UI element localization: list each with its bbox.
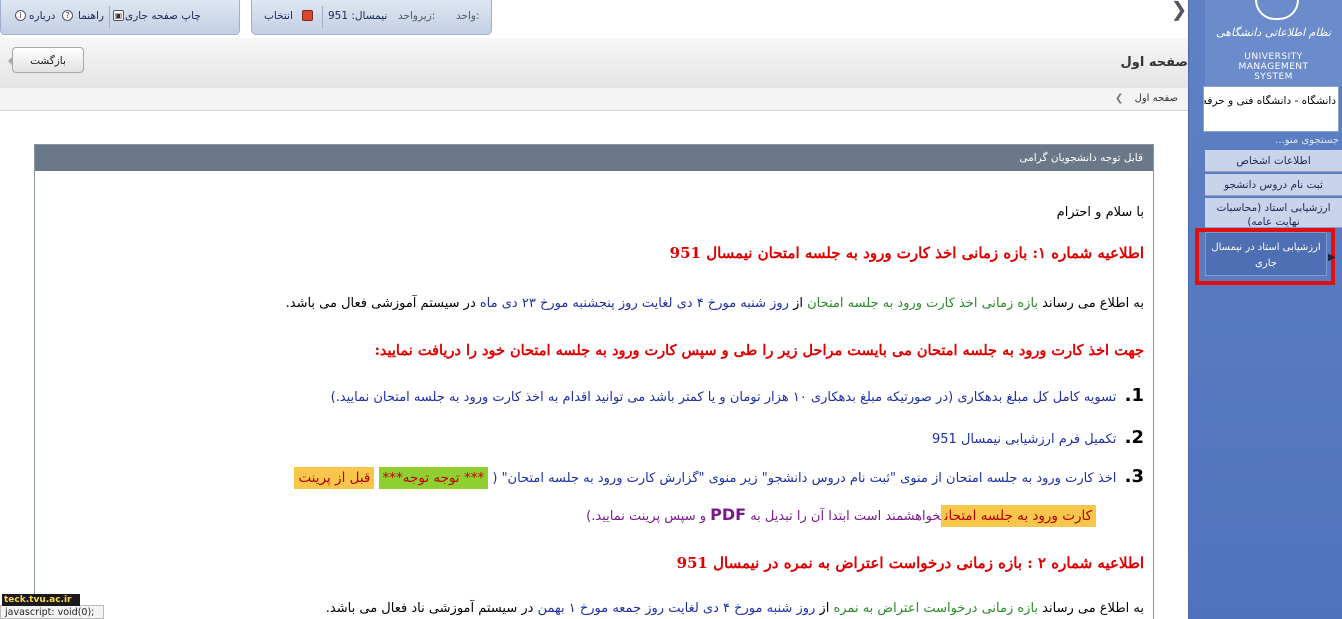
notice2-body: به اطلاع می رساند بازه زمانی درخواست اعت…: [326, 601, 1144, 616]
chevron-left-icon: ❯: [1115, 93, 1124, 104]
subunit-label: زیرواحد:: [398, 10, 436, 22]
step-3: 3. اخذ کارت ورود به جلسه امتحان از منوی …: [294, 466, 1144, 489]
step-number: 2.: [1124, 427, 1144, 448]
print-icon: ▣: [113, 10, 124, 21]
about-button[interactable]: درباره: [29, 10, 55, 22]
expand-arrow-icon[interactable]: ▶: [1328, 252, 1338, 266]
logo-mark-icon: [1255, 0, 1299, 20]
unit-label: واحد:: [456, 10, 480, 22]
notice1-body-part: در سیستم آموزشی فعال می باشد.: [285, 296, 480, 311]
notice1-body-part: از: [788, 296, 808, 311]
logo-english-text: UNIVERSITY MANAGEMENT SYSTEM: [1205, 52, 1342, 82]
help-button[interactable]: راهنما: [78, 10, 104, 22]
site-watermark: teck.tvu.ac.ir: [2, 594, 80, 606]
logo-line: UNIVERSITY: [1244, 52, 1303, 62]
page-header: [0, 38, 1188, 89]
notice1-body: به اطلاع می رساند بازه زمانی اخذ کارت ور…: [286, 296, 1144, 311]
page-title: صفحه اول: [1120, 55, 1188, 70]
collapse-sidebar-icon[interactable]: ❯: [1168, 0, 1190, 20]
status-bar-text: javascript: void(0);: [0, 605, 104, 619]
sidebar-item-personal-info[interactable]: اطلاعات اشخاص: [1205, 150, 1342, 172]
step-text: خواهشمند است ابتدا آن را تبدیل به: [746, 509, 941, 524]
logo-persian-text: نظام اطلاعاتی دانشگاهی: [1216, 26, 1331, 39]
notice2-objection-period: بازه زمانی درخواست اعتراض به نمره: [833, 601, 1039, 616]
step-text: و سپس پرینت نمایید.): [586, 509, 711, 524]
print-page-button[interactable]: چاپ صفحه جاری: [125, 10, 201, 22]
select-term-button[interactable]: انتخاب: [264, 10, 293, 22]
step-text: تکمیل فرم ارزشیابی نیمسال 951: [932, 432, 1117, 447]
help-toolbar-group: درباره i راهنما ? چاپ صفحه جاری ▣: [0, 0, 240, 35]
greeting-text: با سلام و احترام: [1056, 205, 1144, 220]
toolbar-divider: [322, 6, 323, 28]
info-icon: i: [15, 10, 26, 21]
sidebar-item-course-registration[interactable]: ثبت نام دروس دانشجو: [1205, 174, 1342, 196]
steps-title: جهت اخذ کارت ورود به جلسه امتحان می بایس…: [374, 342, 1144, 359]
exam-card-highlight: کارت ورود به جلسه امتحان: [940, 505, 1096, 527]
notice-panel: [34, 144, 1154, 619]
university-name-box: دانشگاه - دانشگاه فنی و حرفه‌ای: [1203, 86, 1339, 132]
highlight-frame: [1195, 228, 1335, 285]
breadcrumb-bar: [0, 88, 1188, 111]
toolbar-divider: [109, 6, 110, 28]
help-icon: ?: [62, 10, 73, 21]
step-number: 3.: [1124, 466, 1144, 487]
notice2-body-part: به اطلاع می رساند: [1038, 601, 1144, 616]
step-3-continued: کارت ورود به جلسه امتحانخواهشمند است ابت…: [586, 505, 1096, 527]
notice-header: قابل توجه دانشجویان گرامی: [35, 145, 1153, 171]
select-icon: [302, 10, 313, 21]
ums-logo: نظام اطلاعاتی دانشگاهی UNIVERSITY MANAGE…: [1205, 0, 1342, 86]
step-2: 2. تکمیل فرم ارزشیابی نیمسال 951: [932, 427, 1144, 448]
before-print-highlight: قبل از پرینت: [294, 467, 375, 489]
breadcrumb-item[interactable]: صفحه اول: [1135, 93, 1178, 104]
notice1-title: اطلاعیه شماره ۱: بازه زمانی اخذ کارت ورو…: [669, 244, 1144, 262]
notice2-date-range: روز شنبه مورخ ۴ دی لغایت روز جمعه مورخ ۱…: [537, 601, 816, 616]
step-text: اخذ کارت ورود به جلسه امتحان از منوی "ثب…: [492, 471, 1117, 486]
step-text: تسویه کامل کل مبلغ بدهکاری (در صورتیکه م…: [330, 390, 1117, 405]
pdf-label: PDF: [710, 505, 747, 524]
breadcrumb: صفحه اول ❯: [1115, 93, 1178, 104]
notice2-body-part: از: [815, 601, 834, 616]
notice2-title: اطلاعیه شماره ۲ : بازه زمانی درخواست اعت…: [676, 554, 1144, 572]
sidebar-item-professor-evaluation[interactable]: ارزشیابی استاد (محاسبات نهایت عامه): [1205, 198, 1342, 228]
back-button[interactable]: بازگشت: [12, 47, 84, 73]
logo-line: SYSTEM: [1254, 72, 1293, 82]
attention-highlight: *** توجه توجه***: [378, 467, 489, 489]
step-number: 1.: [1124, 385, 1144, 406]
term-toolbar-group: انتخاب نیمسال: 951 زیرواحد: واحد:: [251, 0, 492, 35]
notice1-body-part: به اطلاع می رساند: [1038, 296, 1144, 311]
notice1-exam-card-period: بازه زمانی اخذ کارت ورود به جلسه امتحان: [807, 296, 1039, 311]
term-label: نیمسال: 951: [328, 10, 388, 22]
notice1-date-range: روز شنبه مورخ ۴ دی لغایت روز پنجشنبه مور…: [479, 296, 789, 311]
notice2-body-part: در سیستم آموزشی ناد فعال می باشد.: [325, 601, 538, 616]
step-1: 1. تسویه کامل کل مبلغ بدهکاری (در صورتیک…: [331, 385, 1144, 406]
logo-line: MANAGEMENT: [1238, 62, 1309, 72]
menu-search-input[interactable]: جستجوی منو...: [1203, 135, 1339, 149]
